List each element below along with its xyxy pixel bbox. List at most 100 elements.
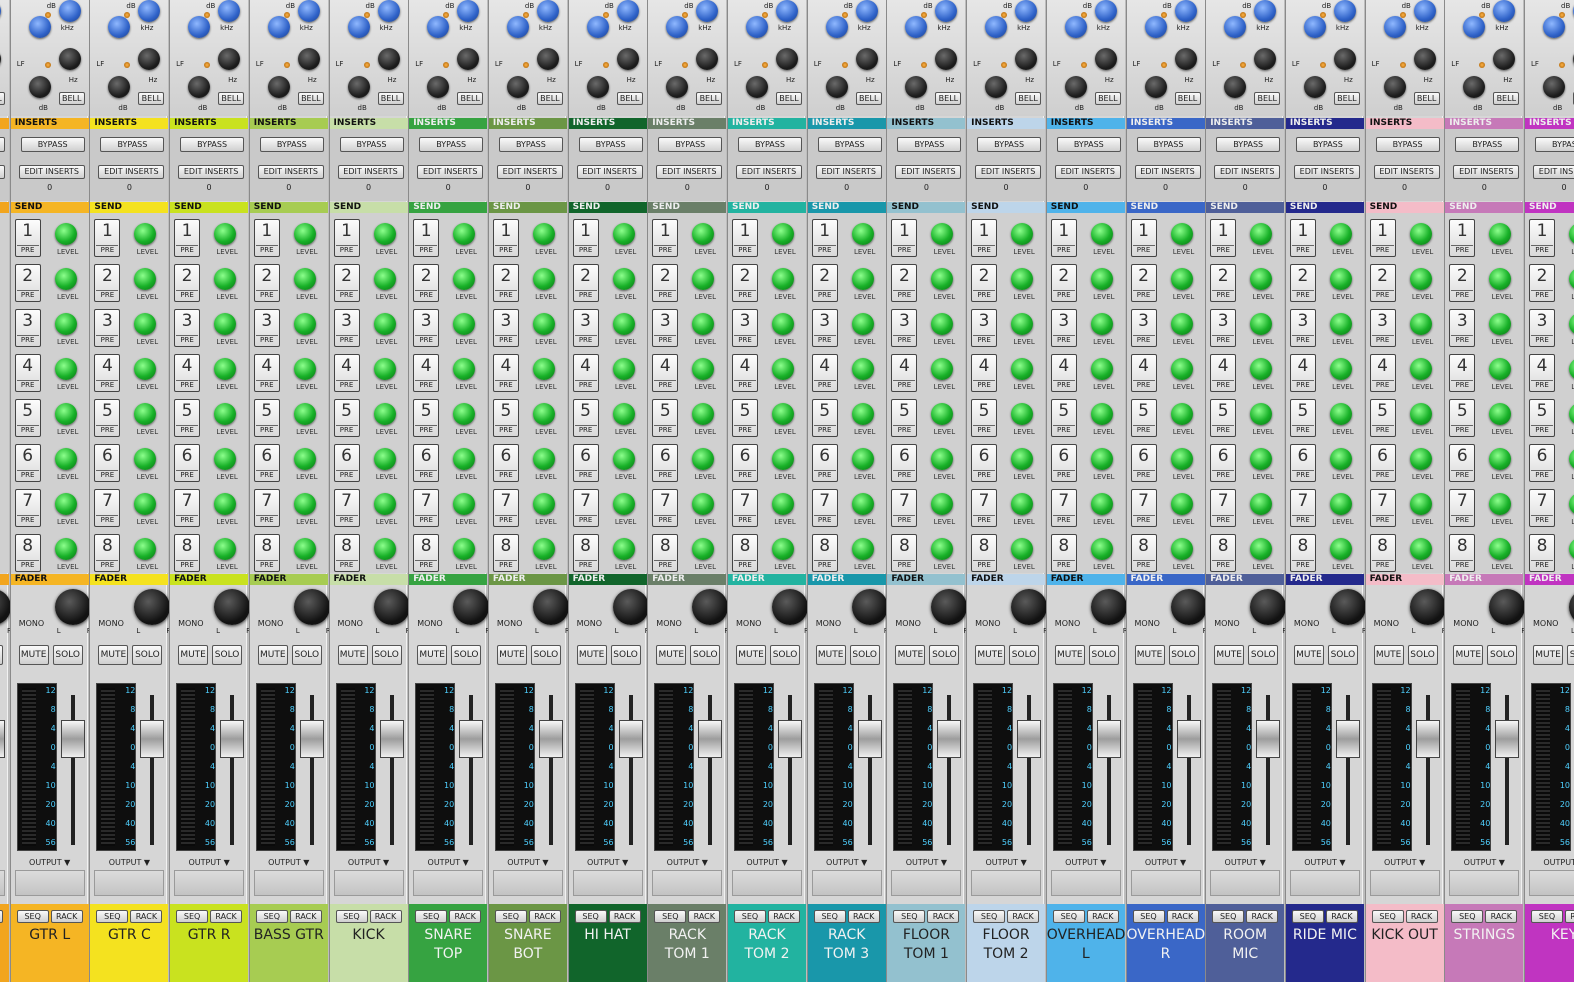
send-2-pre-button[interactable]: 2 PRE bbox=[1449, 264, 1476, 302]
send-1-pre-button[interactable]: 1 PRE bbox=[14, 219, 41, 257]
channel-name[interactable]: RIDE MIC bbox=[1286, 926, 1364, 945]
send-8-pre-button[interactable]: 8 PRE bbox=[971, 534, 998, 572]
send-5-level-knob[interactable] bbox=[1250, 403, 1273, 425]
channel-name[interactable]: GTR C bbox=[90, 926, 168, 945]
send-4-pre-button[interactable]: 4 PRE bbox=[971, 354, 998, 392]
send-5-level-knob[interactable] bbox=[612, 403, 635, 425]
eq-frequency-knob[interactable] bbox=[1174, 0, 1197, 22]
send-4-level-knob[interactable] bbox=[772, 358, 794, 380]
send-6-level-knob[interactable] bbox=[1409, 448, 1432, 470]
send-8-pre-button[interactable]: 8 PRE bbox=[492, 534, 519, 572]
send-3-pre-button[interactable]: 3 PRE bbox=[413, 309, 440, 347]
solo-button[interactable]: SOLO bbox=[52, 645, 83, 665]
output-dropdown[interactable]: OUTPUT ▼ bbox=[1366, 858, 1444, 867]
send-4-level-knob[interactable] bbox=[453, 358, 476, 380]
send-6-level-knob[interactable] bbox=[931, 448, 954, 470]
lf-frequency-knob[interactable] bbox=[0, 48, 1, 70]
edit-inserts-button[interactable]: EDIT INSERTS bbox=[1134, 165, 1201, 179]
bell-button[interactable]: BELL bbox=[696, 92, 723, 105]
send-1-pre-button[interactable]: 1 PRE bbox=[1369, 219, 1396, 257]
bypass-button[interactable]: BYPASS bbox=[1535, 137, 1574, 152]
rack-button[interactable]: RACK bbox=[1086, 910, 1119, 923]
send-6-level-knob[interactable] bbox=[453, 448, 476, 470]
bell-button[interactable]: BELL bbox=[855, 92, 882, 105]
send-7-pre-button[interactable]: 7 PRE bbox=[1050, 489, 1077, 527]
send-4-pre-button[interactable]: 4 PRE bbox=[14, 354, 41, 392]
solo-button[interactable]: SOLO bbox=[1009, 645, 1040, 665]
send-5-pre-button[interactable]: 5 PRE bbox=[413, 399, 440, 437]
pan-knob[interactable] bbox=[851, 589, 888, 625]
send-5-level-knob[interactable] bbox=[453, 403, 476, 425]
channel-name[interactable]: RACK TOM 1 bbox=[648, 926, 726, 964]
channel-name[interactable]: KEY bbox=[1525, 926, 1574, 945]
send-7-level-knob[interactable] bbox=[54, 493, 77, 515]
fader-handle[interactable] bbox=[1256, 720, 1281, 758]
fader-handle[interactable] bbox=[698, 720, 723, 758]
send-2-level-knob[interactable] bbox=[1011, 268, 1034, 290]
solo-button[interactable]: SOLO bbox=[1168, 645, 1199, 665]
edit-inserts-button[interactable]: EDIT INSERTS bbox=[1533, 165, 1574, 179]
bypass-button[interactable]: BYPASS bbox=[817, 137, 882, 152]
mute-button[interactable]: MUTE bbox=[178, 645, 209, 665]
mute-button[interactable]: MUTE bbox=[1214, 645, 1245, 665]
seq-button[interactable]: SEQ bbox=[176, 910, 209, 923]
rack-button[interactable]: RACK bbox=[688, 910, 721, 923]
send-6-pre-button[interactable]: 6 PRE bbox=[971, 444, 998, 482]
send-1-level-knob[interactable] bbox=[1090, 223, 1113, 245]
send-6-pre-button[interactable]: 6 PRE bbox=[14, 444, 41, 482]
rack-button[interactable]: RACK bbox=[1246, 910, 1279, 923]
send-1-level-knob[interactable] bbox=[772, 223, 794, 245]
send-3-pre-button[interactable]: 3 PRE bbox=[174, 309, 201, 347]
fader-handle[interactable] bbox=[1415, 720, 1440, 758]
send-2-pre-button[interactable]: 2 PRE bbox=[1050, 264, 1077, 302]
output-dropdown[interactable]: OUTPUT ▼ bbox=[1206, 858, 1284, 867]
bell-button[interactable]: BELL bbox=[58, 92, 85, 105]
lf-frequency-knob[interactable] bbox=[218, 48, 241, 70]
mute-button[interactable]: MUTE bbox=[496, 645, 527, 665]
send-1-pre-button[interactable]: 1 PRE bbox=[1449, 219, 1476, 257]
send-8-level-knob[interactable] bbox=[54, 538, 77, 560]
solo-button[interactable]: SOLO bbox=[929, 645, 960, 665]
send-2-level-knob[interactable] bbox=[1489, 268, 1512, 290]
send-4-level-knob[interactable] bbox=[1090, 358, 1113, 380]
eq-gain-knob[interactable] bbox=[1224, 16, 1247, 38]
output-dropdown[interactable]: OUTPUT ▼ bbox=[1127, 858, 1205, 867]
channel-name[interactable]: GTR R bbox=[170, 926, 248, 945]
send-7-pre-button[interactable]: 7 PRE bbox=[94, 489, 121, 527]
pan-knob[interactable] bbox=[373, 589, 410, 625]
eq-frequency-knob[interactable] bbox=[377, 0, 400, 22]
pan-knob[interactable] bbox=[1250, 589, 1287, 625]
send-8-pre-button[interactable]: 8 PRE bbox=[253, 534, 280, 572]
send-4-pre-button[interactable]: 4 PRE bbox=[1529, 354, 1555, 392]
send-5-pre-button[interactable]: 5 PRE bbox=[572, 399, 599, 437]
mute-button[interactable]: MUTE bbox=[1134, 645, 1165, 665]
send-4-level-knob[interactable] bbox=[1329, 358, 1352, 380]
fader-handle[interactable] bbox=[1176, 720, 1201, 758]
send-4-pre-button[interactable]: 4 PRE bbox=[413, 354, 440, 392]
send-3-pre-button[interactable]: 3 PRE bbox=[1050, 309, 1077, 347]
send-5-pre-button[interactable]: 5 PRE bbox=[1449, 399, 1476, 437]
seq-button[interactable]: SEQ bbox=[16, 910, 49, 923]
send-1-pre-button[interactable]: 1 PRE bbox=[732, 219, 758, 257]
eq-gain-knob[interactable] bbox=[347, 16, 370, 38]
lf-frequency-knob[interactable] bbox=[696, 48, 719, 70]
seq-button[interactable]: SEQ bbox=[893, 910, 926, 923]
send-1-level-knob[interactable] bbox=[1011, 223, 1034, 245]
send-5-pre-button[interactable]: 5 PRE bbox=[732, 399, 758, 437]
eq-frequency-knob[interactable] bbox=[0, 0, 1, 22]
lf-gain-knob[interactable] bbox=[666, 76, 689, 98]
eq-frequency-knob[interactable] bbox=[1015, 0, 1038, 22]
output-dropdown[interactable]: OUTPUT ▼ bbox=[1047, 858, 1125, 867]
send-7-level-knob[interactable] bbox=[1170, 493, 1193, 515]
send-1-pre-button[interactable]: 1 PRE bbox=[94, 219, 121, 257]
output-dropdown[interactable]: OUTPUT ▼ bbox=[967, 858, 1045, 867]
send-4-level-knob[interactable] bbox=[692, 358, 715, 380]
seq-button[interactable]: SEQ bbox=[96, 910, 129, 923]
send-4-pre-button[interactable]: 4 PRE bbox=[94, 354, 121, 392]
send-8-level-knob[interactable] bbox=[1409, 538, 1432, 560]
eq-frequency-knob[interactable] bbox=[776, 0, 798, 22]
lf-frequency-knob[interactable] bbox=[1333, 48, 1356, 70]
rack-button[interactable]: RACK bbox=[0, 910, 3, 923]
edit-inserts-button[interactable]: EDIT INSERTS bbox=[895, 165, 962, 179]
fader-handle[interactable] bbox=[1335, 720, 1360, 758]
